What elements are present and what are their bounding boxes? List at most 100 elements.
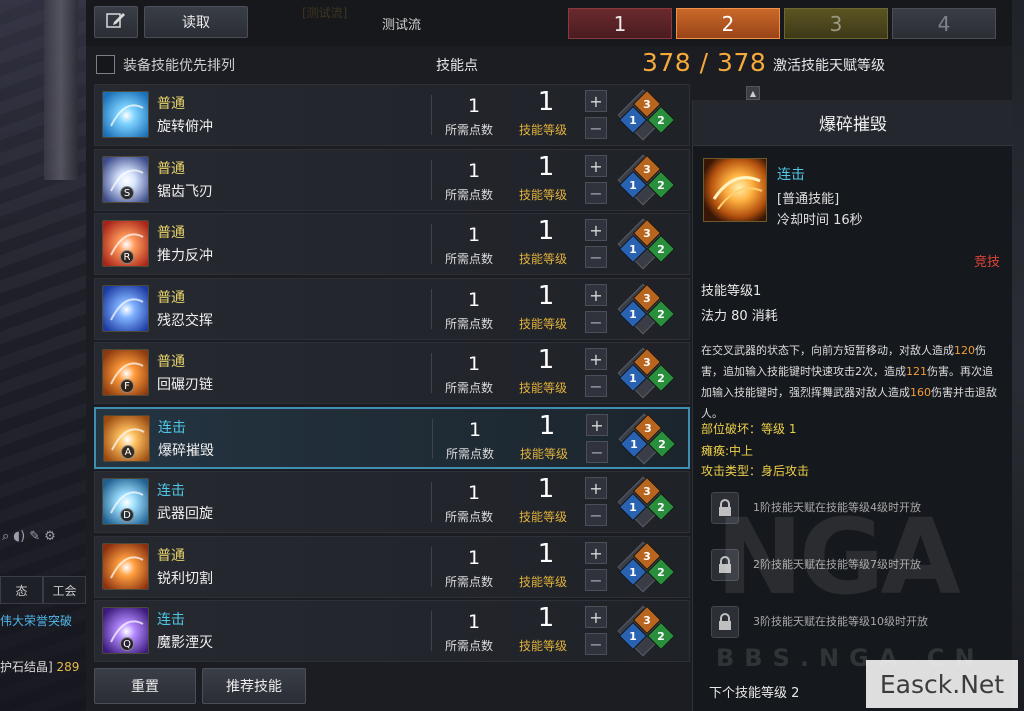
gem-label: 2 bbox=[658, 437, 666, 451]
skill-level-value: 1 bbox=[537, 281, 555, 311]
skill-level-value: 1 bbox=[537, 87, 555, 117]
divider bbox=[432, 419, 433, 459]
skill-icon[interactable] bbox=[102, 285, 149, 332]
level-down-minus-button[interactable]: − bbox=[585, 504, 607, 526]
gem-label: 2 bbox=[657, 113, 665, 127]
recommend-skills-button[interactable]: 推荐技能 bbox=[202, 668, 306, 704]
divider bbox=[431, 611, 432, 651]
skill-row[interactable]: S 普通 锯齿飞刃 1 所需点数 1 技能等级 + − 3 1 2 bbox=[94, 149, 690, 211]
skill-icon[interactable]: S bbox=[102, 156, 149, 203]
level-up-plus-button[interactable]: + bbox=[585, 219, 607, 241]
chat-tab-guild[interactable]: 工会 bbox=[43, 576, 86, 604]
tripod-gems[interactable]: 3 1 2 bbox=[615, 154, 679, 206]
tripod-gems[interactable]: 3 1 2 bbox=[615, 605, 679, 657]
skill-icon[interactable]: Q bbox=[102, 607, 149, 654]
tripod-gems[interactable]: 3 1 2 bbox=[615, 347, 679, 399]
chat-tab-status[interactable]: 态 bbox=[0, 576, 43, 604]
skill-icon[interactable] bbox=[102, 91, 149, 138]
preset-tab-2[interactable]: 2 bbox=[676, 8, 780, 39]
tripod-gems[interactable]: 3 1 2 bbox=[615, 218, 679, 270]
level-down-minus-button[interactable]: − bbox=[585, 633, 607, 655]
required-points-label: 所需点数 bbox=[445, 575, 494, 589]
skill-icon[interactable]: R bbox=[102, 220, 149, 267]
level-down-minus-button[interactable]: − bbox=[585, 311, 607, 333]
lock-icon bbox=[711, 606, 739, 638]
tripod-gems[interactable]: 3 1 2 bbox=[615, 283, 679, 335]
gear-icon[interactable]: ⚙ bbox=[44, 529, 56, 544]
required-points-label: 所需点数 bbox=[445, 317, 494, 331]
level-down-minus-button[interactable]: − bbox=[585, 246, 607, 268]
reset-button[interactable]: 重置 bbox=[94, 668, 196, 704]
chat-number: 289 bbox=[56, 660, 80, 674]
edit-button[interactable] bbox=[94, 6, 138, 38]
gem-label: 1 bbox=[629, 113, 637, 127]
skill-level-value: 1 bbox=[537, 216, 555, 246]
scroll-up-arrow-icon[interactable]: ▲ bbox=[746, 86, 760, 100]
gem-label: 2 bbox=[657, 178, 665, 192]
level-up-plus-button[interactable]: + bbox=[585, 90, 607, 112]
chat-tabs: 态 工会 bbox=[0, 576, 86, 604]
divider bbox=[431, 547, 432, 587]
tripod-gems[interactable]: 3 1 2 bbox=[615, 476, 679, 528]
gem-label: 1 bbox=[629, 178, 637, 192]
skill-icon[interactable]: F bbox=[102, 349, 149, 396]
skill-icon[interactable] bbox=[102, 543, 149, 590]
skill-icon[interactable]: D bbox=[102, 478, 149, 525]
chat-line: 伟大荣誉突破 bbox=[0, 614, 73, 628]
tooltip-description: 在交叉武器的状态下，向前方短暂移动，对敌人造成120伤害，追加输入技能键时快速攻… bbox=[701, 340, 1001, 424]
hotkey-badge: Q bbox=[120, 637, 134, 651]
skill-name: 魔影湮灭 bbox=[157, 635, 213, 651]
pen-icon[interactable]: ✎ bbox=[29, 529, 40, 544]
read-button[interactable]: 读取 bbox=[144, 6, 248, 38]
level-up-plus-button[interactable]: + bbox=[585, 155, 607, 177]
level-up-plus-button[interactable]: + bbox=[585, 348, 607, 370]
skill-type: 普通 bbox=[157, 548, 185, 564]
level-down-minus-button[interactable]: − bbox=[585, 375, 607, 397]
skill-name: 残忍交挥 bbox=[157, 313, 213, 329]
hotkey-badge: D bbox=[120, 508, 134, 522]
gem-label: 2 bbox=[657, 307, 665, 321]
level-up-plus-button[interactable]: + bbox=[585, 542, 607, 564]
header-row: 装备技能优先排列 技能点 378 / 378 激活技能天赋等级 bbox=[86, 46, 1012, 84]
level-up-plus-button[interactable]: + bbox=[586, 414, 608, 436]
level-down-minus-button[interactable]: − bbox=[586, 441, 608, 463]
hotkey-badge: F bbox=[120, 379, 134, 393]
tooltip-next-level: 下个技能等级 2 bbox=[709, 686, 800, 701]
skill-row[interactable]: R 普通 推力反冲 1 所需点数 1 技能等级 + − 3 1 2 bbox=[94, 213, 690, 275]
skill-row[interactable]: 普通 旋转俯冲 1 所需点数 1 技能等级 + − 3 1 2 bbox=[94, 84, 690, 146]
tripod-gems[interactable]: 3 1 2 bbox=[615, 89, 679, 141]
preset-tab-1[interactable]: 1 bbox=[568, 8, 672, 39]
skill-icon[interactable]: A bbox=[103, 415, 150, 462]
damage-value: 120 bbox=[954, 344, 975, 357]
skill-row[interactable]: 普通 残忍交挥 1 所需点数 1 技能等级 + − 3 1 2 bbox=[94, 278, 690, 340]
gem-label: 2 bbox=[657, 371, 665, 385]
skill-level-value: 1 bbox=[537, 345, 555, 375]
search-icon[interactable]: ⌕ bbox=[2, 529, 9, 544]
speaker-icon[interactable]: ◖) bbox=[13, 529, 25, 544]
build-name[interactable]: 测试流 bbox=[382, 14, 421, 33]
preset-tab-4[interactable]: 4 bbox=[892, 8, 996, 39]
level-up-plus-button[interactable]: + bbox=[585, 284, 607, 306]
level-down-minus-button[interactable]: − bbox=[585, 182, 607, 204]
level-down-minus-button[interactable]: − bbox=[585, 117, 607, 139]
skill-row[interactable]: F 普通 回碾刃链 1 所需点数 1 技能等级 + − 3 1 2 bbox=[94, 342, 690, 404]
divider bbox=[431, 353, 432, 393]
skill-level-label: 技能等级 bbox=[519, 317, 568, 331]
skill-name: 锐利切割 bbox=[157, 571, 213, 587]
skill-name: 武器回旋 bbox=[157, 506, 213, 522]
skill-level-value: 1 bbox=[537, 152, 555, 182]
equip-priority-label: 装备技能优先排列 bbox=[123, 58, 235, 74]
required-points-label: 所需点数 bbox=[445, 639, 494, 653]
skill-row[interactable]: D 连击 武器回旋 1 所需点数 1 技能等级 + − 3 1 2 bbox=[94, 471, 690, 533]
skill-row[interactable]: Q 连击 魔影湮灭 1 所需点数 1 技能等级 + − 3 1 2 bbox=[94, 600, 690, 662]
tripod-gems[interactable]: 3 1 2 bbox=[615, 541, 679, 593]
level-up-plus-button[interactable]: + bbox=[585, 606, 607, 628]
skill-row[interactable]: 普通 锐利切割 1 所需点数 1 技能等级 + − 3 1 2 bbox=[94, 536, 690, 598]
damage-value: 160 bbox=[910, 386, 931, 399]
level-down-minus-button[interactable]: − bbox=[585, 569, 607, 591]
skill-row[interactable]: A 连击 爆碎摧毁 1 所需点数 1 技能等级 + − 3 1 2 bbox=[94, 407, 690, 469]
level-up-plus-button[interactable]: + bbox=[585, 477, 607, 499]
equip-priority-checkbox[interactable] bbox=[96, 55, 115, 74]
preset-tab-3[interactable]: 3 bbox=[784, 8, 888, 39]
tripod-gems[interactable]: 3 1 2 bbox=[616, 413, 680, 465]
